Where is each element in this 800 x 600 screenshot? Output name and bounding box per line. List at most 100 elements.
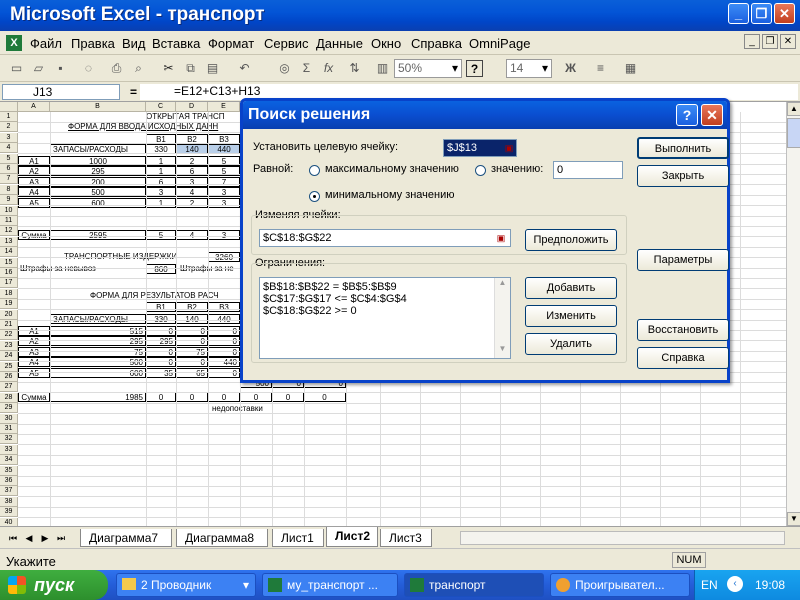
help-button[interactable]: Справка [637, 347, 729, 369]
doc-minimize-button[interactable]: _ [744, 34, 760, 49]
print-icon[interactable]: ⎙ [108, 60, 125, 77]
guess-button[interactable]: Предположить [525, 229, 617, 251]
menu-omnipage[interactable]: OmniPage [469, 36, 530, 51]
close-icon[interactable]: ✕ [701, 104, 723, 126]
solve-button[interactable]: Выполнить [637, 137, 729, 159]
scroll-down-icon[interactable]: ▼ [495, 344, 510, 358]
radio-value-label[interactable]: значению: [491, 163, 543, 175]
cell-r-value[interactable]: 0 [208, 346, 240, 357]
cell-r-sum-2[interactable]: 0 [176, 392, 208, 402]
cell-r-value[interactable]: 0 [208, 367, 240, 378]
undo-icon[interactable]: ↶ [236, 60, 253, 77]
tab-list2[interactable]: Лист2 [326, 527, 378, 547]
cell-r-supply[interactable]: 75 [50, 346, 146, 357]
cell-r-row-label[interactable]: A3 [18, 346, 50, 357]
row-header[interactable]: 19 [0, 299, 18, 310]
scroll-thumb[interactable] [787, 118, 800, 148]
scroll-up-icon[interactable]: ▲ [787, 102, 800, 116]
menu-window[interactable]: Окно [371, 36, 401, 51]
row-header[interactable]: 1 [0, 112, 18, 122]
col-header-a[interactable]: A [18, 102, 50, 112]
row-header[interactable]: 15 [0, 257, 18, 268]
dialog-title-bar[interactable]: Поиск решения ? ✕ [243, 101, 727, 129]
cell-r-value[interactable]: 440 [208, 357, 240, 368]
task-player[interactable]: Проигрывател... [550, 573, 690, 597]
row-header[interactable]: 13 [0, 236, 18, 247]
row-header[interactable]: 9 [0, 195, 18, 206]
function-icon[interactable]: fx [320, 60, 337, 77]
row-header[interactable]: 37 [0, 486, 18, 497]
row-header[interactable]: 32 [0, 434, 18, 445]
help-icon[interactable]: ? [466, 60, 483, 77]
row-header[interactable]: 7 [0, 174, 18, 185]
doc-close-button[interactable]: ✕ [780, 34, 796, 49]
col-header-b[interactable]: B [50, 102, 146, 112]
row-header[interactable]: 6 [0, 164, 18, 174]
row-header[interactable]: 23 [0, 340, 18, 351]
task-my-transport[interactable]: му_транспорт ... [262, 573, 398, 597]
cell-sum-3[interactable]: 3 [208, 230, 240, 240]
constraint-item[interactable]: $B$18:$B$22 = $B$5:$B$9 [263, 281, 397, 293]
row-header[interactable]: 20 [0, 309, 18, 320]
row-header[interactable]: 10 [0, 205, 18, 216]
cell-r-value[interactable]: 0 [208, 336, 240, 347]
cell-r-sum-0[interactable]: 1985 [50, 392, 146, 402]
start-button[interactable]: пуск [0, 570, 108, 600]
constraint-item[interactable]: $C$18:$G$22 >= 0 [263, 305, 357, 317]
prev-sheet-icon[interactable]: ◀ [22, 531, 36, 545]
cell-r-sum-1[interactable]: 0 [146, 392, 176, 402]
value-of-input[interactable]: 0 [553, 161, 623, 179]
hyperlink-icon[interactable]: ◎ [276, 60, 293, 77]
menu-format[interactable]: Формат [208, 36, 254, 51]
tab-list3[interactable]: Лист3 [380, 529, 432, 547]
collapse-dialog-icon[interactable]: ▣ [501, 141, 517, 155]
cell-r-value[interactable]: 0 [208, 326, 240, 336]
cell-form-input-title[interactable]: ФОРМА ДЛЯ ВВОДА ИСХОДНЫХ ДАНН [68, 122, 246, 132]
constraints-list[interactable]: $B$18:$B$22 = $B$5:$B$9 $C$17:$G$17 <= $… [259, 277, 511, 359]
cell-r-row-label[interactable]: A4 [18, 357, 50, 368]
row-header[interactable]: 14 [0, 247, 18, 258]
delete-constraint-button[interactable]: Удалить [525, 333, 617, 355]
first-sheet-icon[interactable]: ⏮ [6, 531, 20, 545]
tray-expand-icon[interactable]: ‹ [727, 576, 743, 592]
task-transport[interactable]: транспорт [404, 573, 544, 597]
help-icon[interactable]: ? [676, 104, 698, 126]
cell-r-sum-5[interactable]: 0 [272, 392, 304, 402]
row-header[interactable]: 26 [0, 372, 18, 382]
cell-r-value[interactable]: 0 [176, 336, 208, 347]
menu-insert[interactable]: Вставка [152, 36, 200, 51]
cell-r-value[interactable]: 35 [146, 367, 176, 378]
select-all[interactable] [0, 102, 18, 112]
name-box[interactable]: J13 [2, 84, 120, 100]
scroll-down-icon[interactable]: ▼ [787, 512, 800, 526]
open-icon[interactable]: ▱ [30, 60, 47, 77]
bold-icon[interactable]: Ж [562, 60, 579, 77]
excel-title-bar[interactable]: Microsoft Excel - транспорт _ ❐ ✕ [0, 0, 800, 31]
menu-data[interactable]: Данные [316, 36, 363, 51]
maximize-button[interactable]: ❐ [751, 3, 772, 24]
row-header[interactable]: 21 [0, 320, 18, 330]
cell-sum-supply[interactable]: 2595 [50, 230, 146, 240]
change-constraint-button[interactable]: Изменить [525, 305, 617, 327]
row-header[interactable]: 2 [0, 122, 18, 133]
constraints-scrollbar[interactable]: ▲ ▼ [494, 278, 510, 358]
cell-r-value[interactable]: 0 [176, 326, 208, 336]
next-sheet-icon[interactable]: ▶ [38, 531, 52, 545]
row-header[interactable]: 5 [0, 153, 18, 164]
cell-fine-label-2[interactable]: Штрафы за не [180, 264, 240, 274]
autosum-icon[interactable]: Σ [298, 60, 315, 77]
radio-value[interactable] [475, 165, 486, 176]
row-header[interactable]: 31 [0, 424, 18, 434]
tab-list1[interactable]: Лист1 [272, 529, 324, 547]
menu-view[interactable]: Вид [122, 36, 146, 51]
cut-icon[interactable]: ✂ [160, 60, 177, 77]
font-size-select[interactable]: 14 ▾ [506, 59, 552, 78]
row-header[interactable]: 29 [0, 403, 18, 414]
row-header[interactable]: 36 [0, 476, 18, 486]
col-header-d[interactable]: D [176, 102, 208, 112]
row-header[interactable]: 3 [0, 132, 18, 143]
row-header[interactable]: 38 [0, 496, 18, 507]
scroll-up-icon[interactable]: ▲ [495, 278, 510, 292]
borders-icon[interactable]: ▦ [622, 60, 639, 77]
menu-help[interactable]: Справка [411, 36, 462, 51]
